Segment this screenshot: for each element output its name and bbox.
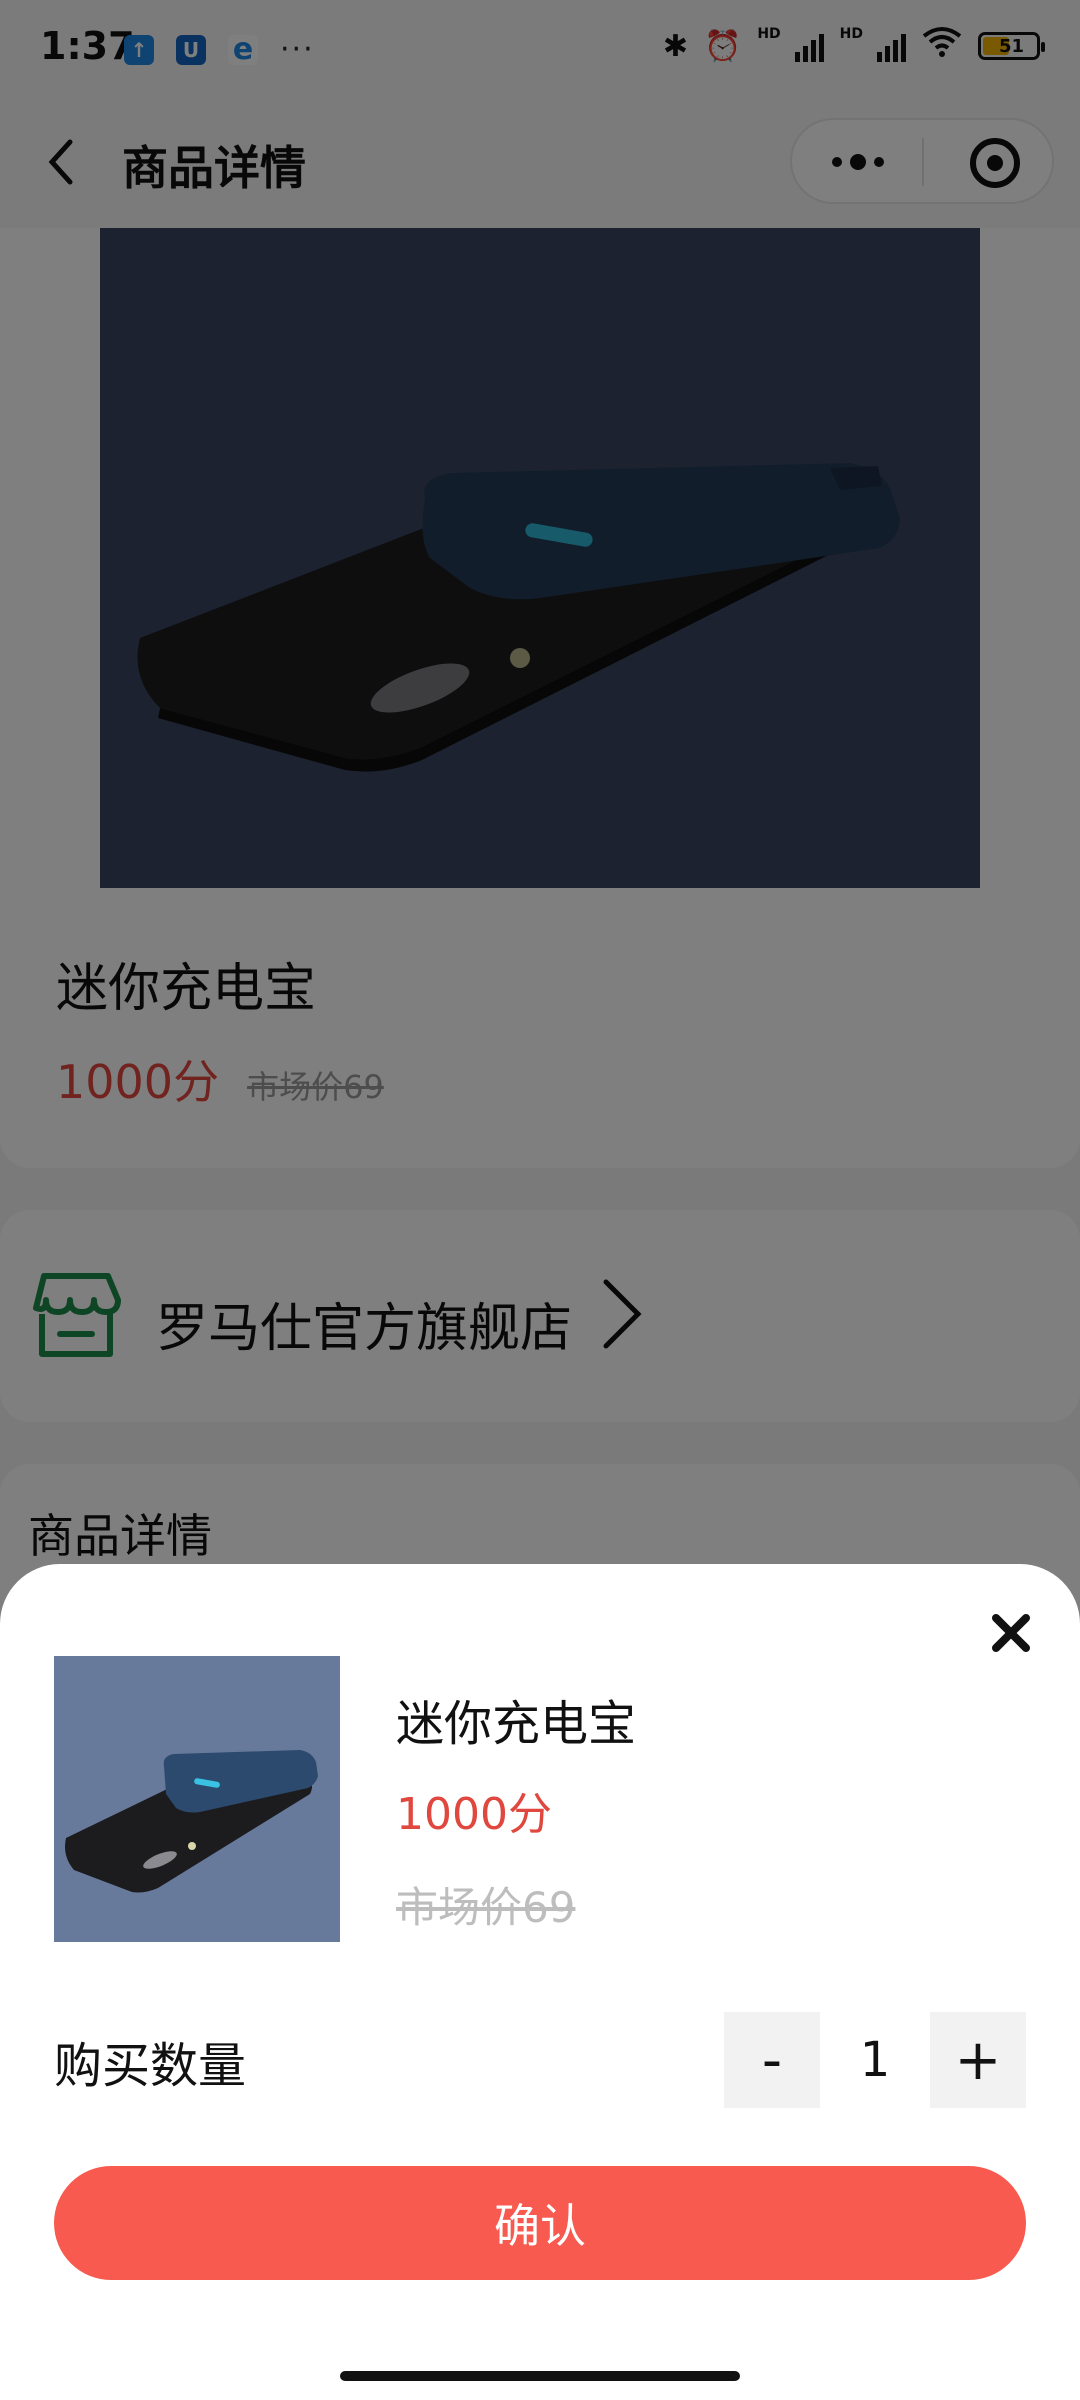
sheet-product-name: 迷你充电宝 xyxy=(396,1696,637,1752)
close-icon[interactable] xyxy=(986,1608,1036,1658)
quantity-increase-button[interactable]: + xyxy=(930,2012,1026,2108)
home-indicator[interactable] xyxy=(340,2371,740,2381)
sheet-market-price: 市场价69 xyxy=(396,1883,576,1932)
product-thumbnail xyxy=(54,1656,340,1942)
quantity-value: 1 xyxy=(859,2032,891,2088)
quantity-label: 购买数量 xyxy=(54,2038,247,2094)
sheet-product-price: 1000分 xyxy=(396,1789,552,1840)
purchase-sheet: 迷你充电宝 1000分 市场价69 购买数量 - 1 + 确认 xyxy=(0,1564,1080,2400)
confirm-button[interactable]: 确认 xyxy=(54,2166,1026,2280)
quantity-decrease-button[interactable]: - xyxy=(724,2012,820,2108)
